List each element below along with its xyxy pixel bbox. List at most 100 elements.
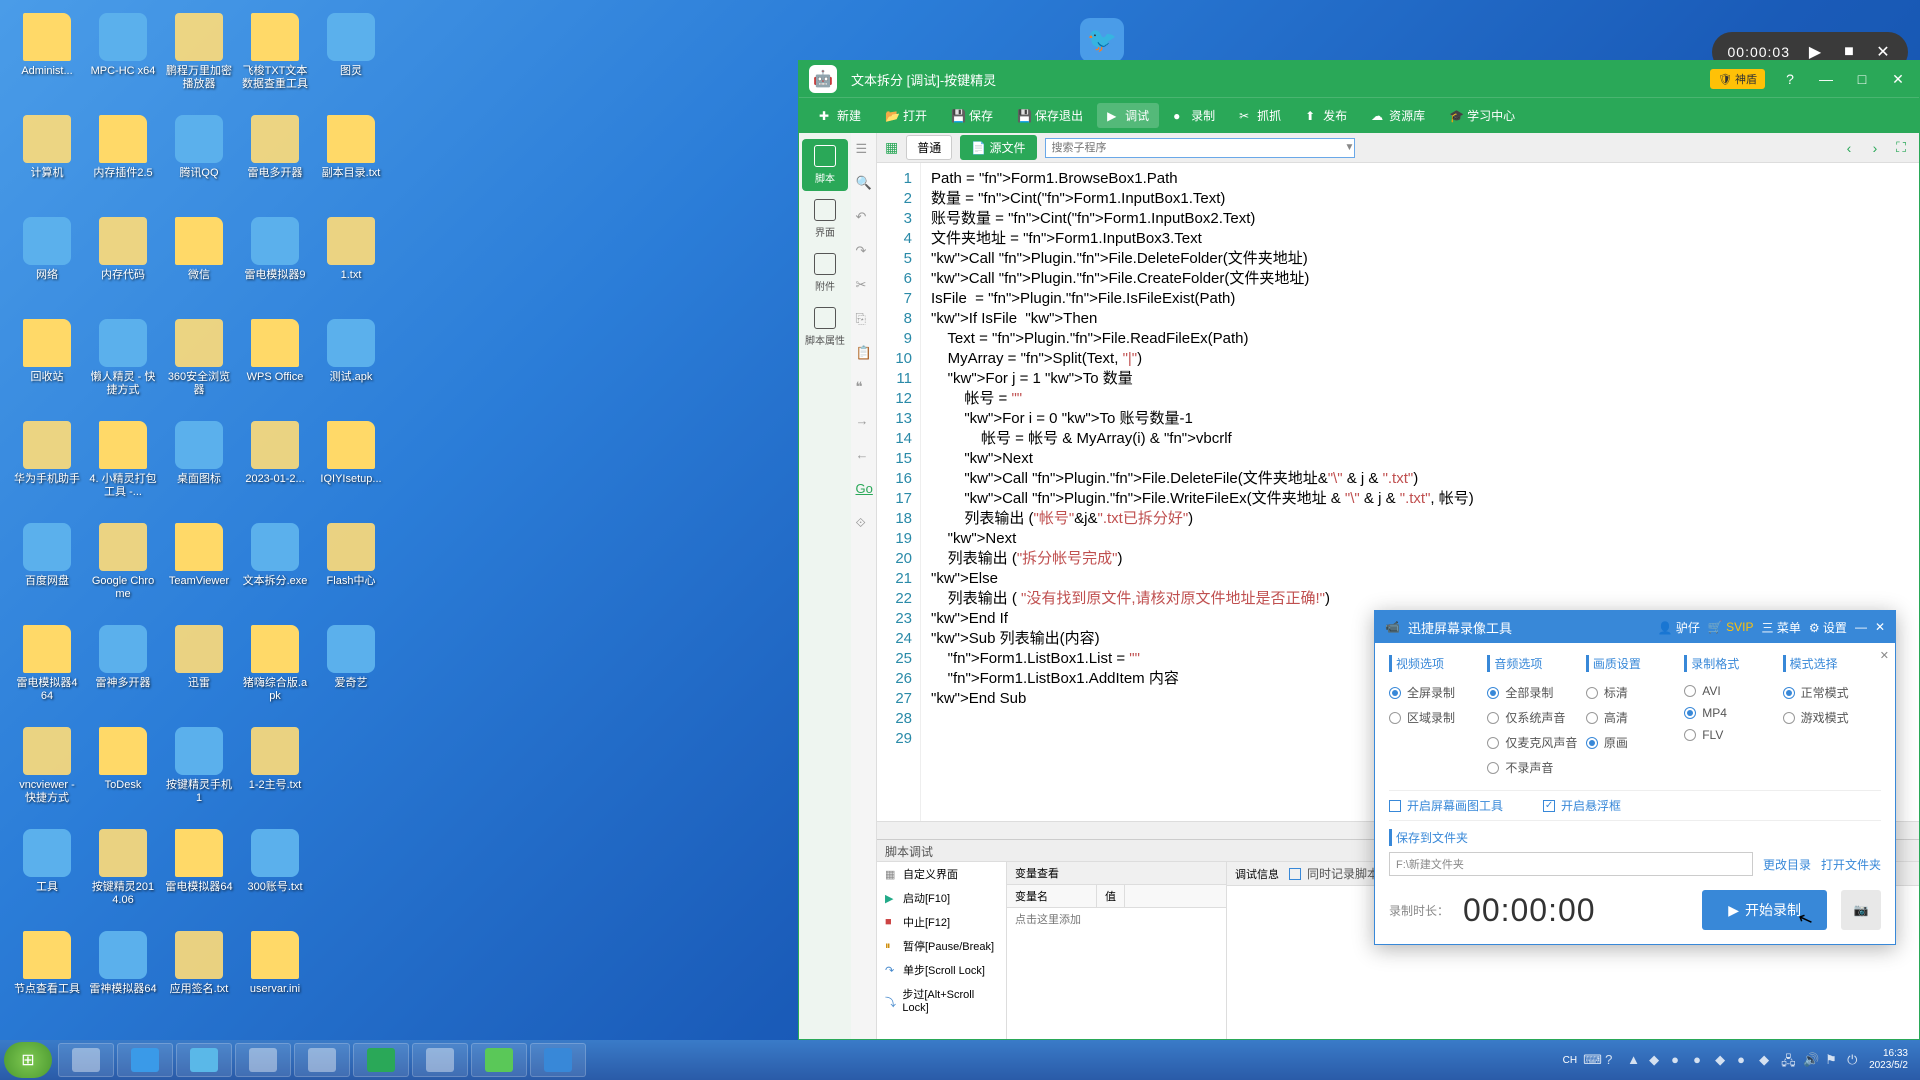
- toolbar-save-button[interactable]: 💾保存: [941, 103, 1003, 128]
- log-execution-checkbox[interactable]: [1289, 868, 1301, 880]
- desktop-icon[interactable]: 图灵: [314, 10, 388, 110]
- minimize-icon[interactable]: ―: [1855, 620, 1867, 634]
- task-app-3[interactable]: [353, 1043, 409, 1077]
- toolbar-save-exit-button[interactable]: 💾保存退出: [1007, 103, 1093, 128]
- tab-source[interactable]: 📄 源文件: [960, 135, 1036, 160]
- tray-app-icon[interactable]: ◆: [1715, 1052, 1731, 1068]
- toolbar-publish-button[interactable]: ⬆发布: [1295, 103, 1357, 128]
- play-icon[interactable]: ▶: [1806, 43, 1824, 61]
- radio-quality-2[interactable]: 原画: [1586, 730, 1684, 755]
- nav-prev-icon[interactable]: ‹: [1839, 138, 1859, 158]
- desktop-icon[interactable]: 雷电模拟器9: [238, 214, 312, 314]
- sidebar-tab-2[interactable]: 附件: [802, 247, 848, 299]
- debug-action-4[interactable]: ↷单步[Scroll Lock]: [877, 958, 1006, 982]
- help-icon[interactable]: ?: [1779, 68, 1801, 90]
- open-folder-link[interactable]: 打开文件夹: [1821, 856, 1881, 873]
- tray-app-icon[interactable]: ●: [1671, 1052, 1687, 1068]
- desktop-icon[interactable]: 腾讯QQ: [162, 112, 236, 212]
- radio-video-0[interactable]: 全屏录制: [1389, 680, 1487, 705]
- desktop-icon[interactable]: 微信: [162, 214, 236, 314]
- desktop-icon[interactable]: 猪嗨综合版.apk: [238, 622, 312, 722]
- desktop-icon[interactable]: Administ...: [10, 10, 84, 110]
- tray-app-icon[interactable]: ◆: [1649, 1052, 1665, 1068]
- goto-icon[interactable]: Go: [856, 481, 872, 497]
- desktop-icon[interactable]: 计算机: [10, 112, 84, 212]
- desktop-icon[interactable]: WPS Office: [238, 316, 312, 416]
- desktop-icon[interactable]: vncviewer - 快捷方式: [10, 724, 84, 824]
- panel-close-icon[interactable]: ✕: [1880, 649, 1889, 662]
- tray-clock[interactable]: 16:33 2023/5/2: [1869, 1048, 1908, 1072]
- debug-action-3[interactable]: ⏸暂停[Pause/Break]: [877, 934, 1006, 958]
- desktop-icon[interactable]: 雷电多开器: [238, 112, 312, 212]
- toolbar-new-button[interactable]: ✚新建: [809, 103, 871, 128]
- desktop-icon[interactable]: 2023-01-2...: [238, 418, 312, 518]
- var-add-hint[interactable]: 点击这里添加: [1007, 908, 1226, 930]
- change-dir-link[interactable]: 更改目录: [1763, 856, 1811, 873]
- fullscreen-icon[interactable]: ⛶: [1891, 138, 1911, 158]
- format-icon[interactable]: ⟐: [856, 515, 872, 531]
- desktop-icon[interactable]: 节点查看工具: [10, 928, 84, 1028]
- radio-video-1[interactable]: 区域录制: [1389, 705, 1487, 730]
- toolbar-resources-button[interactable]: ☁资源库: [1361, 103, 1435, 128]
- ime-indicator[interactable]: CH: [1563, 1055, 1577, 1066]
- desktop-icon[interactable]: 1-2主号.txt: [238, 724, 312, 824]
- desktop-icon[interactable]: 内存插件2.5: [86, 112, 160, 212]
- desktop-icon[interactable]: 雷电模拟器64: [162, 826, 236, 926]
- radio-audio-0[interactable]: 全部录制: [1487, 680, 1585, 705]
- desktop-icon[interactable]: 爱奇艺: [314, 622, 388, 722]
- desktop-icon[interactable]: 360安全浏览器: [162, 316, 236, 416]
- enable-draw-tool-checkbox[interactable]: 开启屏幕画图工具: [1389, 797, 1503, 814]
- nav-next-icon[interactable]: ›: [1865, 138, 1885, 158]
- desktop-icon[interactable]: 副本目录.txt: [314, 112, 388, 212]
- indent-icon[interactable]: →: [856, 413, 872, 429]
- radio-quality-0[interactable]: 标清: [1586, 680, 1684, 705]
- desktop-icon[interactable]: 按键精灵2014.06: [86, 826, 160, 926]
- desktop-icon[interactable]: 按键精灵手机1: [162, 724, 236, 824]
- toolbar-capture-button[interactable]: ✂抓抓: [1229, 103, 1291, 128]
- task-recorder[interactable]: [530, 1043, 586, 1077]
- comment-icon[interactable]: ❝: [856, 379, 872, 395]
- debug-action-1[interactable]: ▶启动[F10]: [877, 886, 1006, 910]
- sidebar-tab-1[interactable]: 界面: [802, 193, 848, 245]
- radio-audio-1[interactable]: 仅系统声音: [1487, 705, 1585, 730]
- desktop-icon[interactable]: 雷神多开器: [86, 622, 160, 722]
- task-app-1[interactable]: [235, 1043, 291, 1077]
- desktop-icon[interactable]: IQIYIsetup...: [314, 418, 388, 518]
- desktop-icon[interactable]: 百度网盘: [10, 520, 84, 620]
- save-path-input[interactable]: [1389, 852, 1753, 876]
- minimize-icon[interactable]: ―: [1815, 68, 1837, 90]
- desktop-icon[interactable]: 内存代码: [86, 214, 160, 314]
- desktop-icon[interactable]: 1.txt: [314, 214, 388, 314]
- sidebar-tab-0[interactable]: 脚本: [802, 139, 848, 191]
- tray-network-icon[interactable]: 🖧: [1781, 1052, 1797, 1068]
- radio-quality-1[interactable]: 高清: [1586, 705, 1684, 730]
- user-badge[interactable]: 👤 驴仔: [1658, 619, 1700, 636]
- desktop-icon[interactable]: 文本拆分.exe: [238, 520, 312, 620]
- tray-volume-icon[interactable]: 🔊: [1803, 1052, 1819, 1068]
- tray-chevron-up-icon[interactable]: ▲: [1627, 1052, 1643, 1068]
- debug-action-2[interactable]: ■中止[F12]: [877, 910, 1006, 934]
- desktop-icon[interactable]: 300账号.txt: [238, 826, 312, 926]
- radio-mode-0[interactable]: 正常模式: [1783, 680, 1881, 705]
- task-app-2[interactable]: [294, 1043, 350, 1077]
- desktop-icon[interactable]: 雷电模拟器4 64: [10, 622, 84, 722]
- desktop-icon[interactable]: 回收站: [10, 316, 84, 416]
- desktop-icon[interactable]: 4. 小精灵打包工具 -...: [86, 418, 160, 518]
- desktop-icon[interactable]: Google Chrome: [86, 520, 160, 620]
- debug-action-5[interactable]: ⤵步过[Alt+Scroll Lock]: [877, 982, 1006, 1018]
- search-subprogram-input[interactable]: [1045, 138, 1355, 158]
- tray-power-icon[interactable]: ⏻: [1847, 1052, 1863, 1068]
- cut-icon[interactable]: ✂: [856, 277, 872, 293]
- tab-normal[interactable]: 普通: [906, 135, 952, 160]
- radio-format-0[interactable]: AVI: [1684, 680, 1782, 702]
- redo-icon[interactable]: ↷: [856, 243, 872, 259]
- task-help[interactable]: [176, 1043, 232, 1077]
- desktop-icon[interactable]: 华为手机助手: [10, 418, 84, 518]
- settings-button[interactable]: ⚙ 设置: [1809, 619, 1847, 636]
- radio-format-1[interactable]: MP4: [1684, 702, 1782, 724]
- tray-app-icon[interactable]: ◆: [1759, 1052, 1775, 1068]
- desktop-icon[interactable]: 应用签名.txt: [162, 928, 236, 1028]
- tray-help-icon[interactable]: ?: [1605, 1052, 1621, 1068]
- paste-icon[interactable]: 📋: [856, 345, 872, 361]
- radio-audio-3[interactable]: 不录声音: [1487, 755, 1585, 780]
